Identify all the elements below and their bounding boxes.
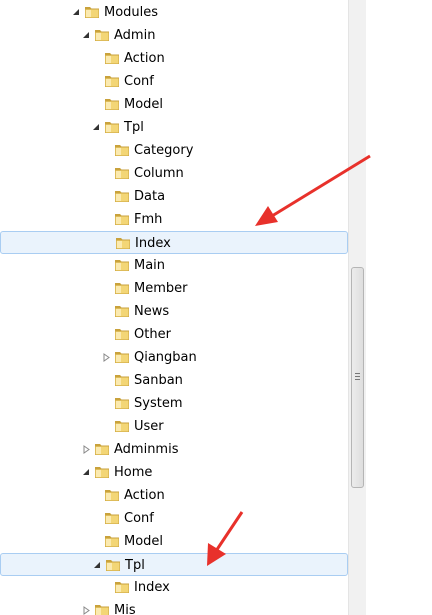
annotation-arrow-2 [207, 511, 244, 566]
annotation-arrow-1 [255, 154, 371, 226]
annotation-layer [207, 154, 371, 566]
